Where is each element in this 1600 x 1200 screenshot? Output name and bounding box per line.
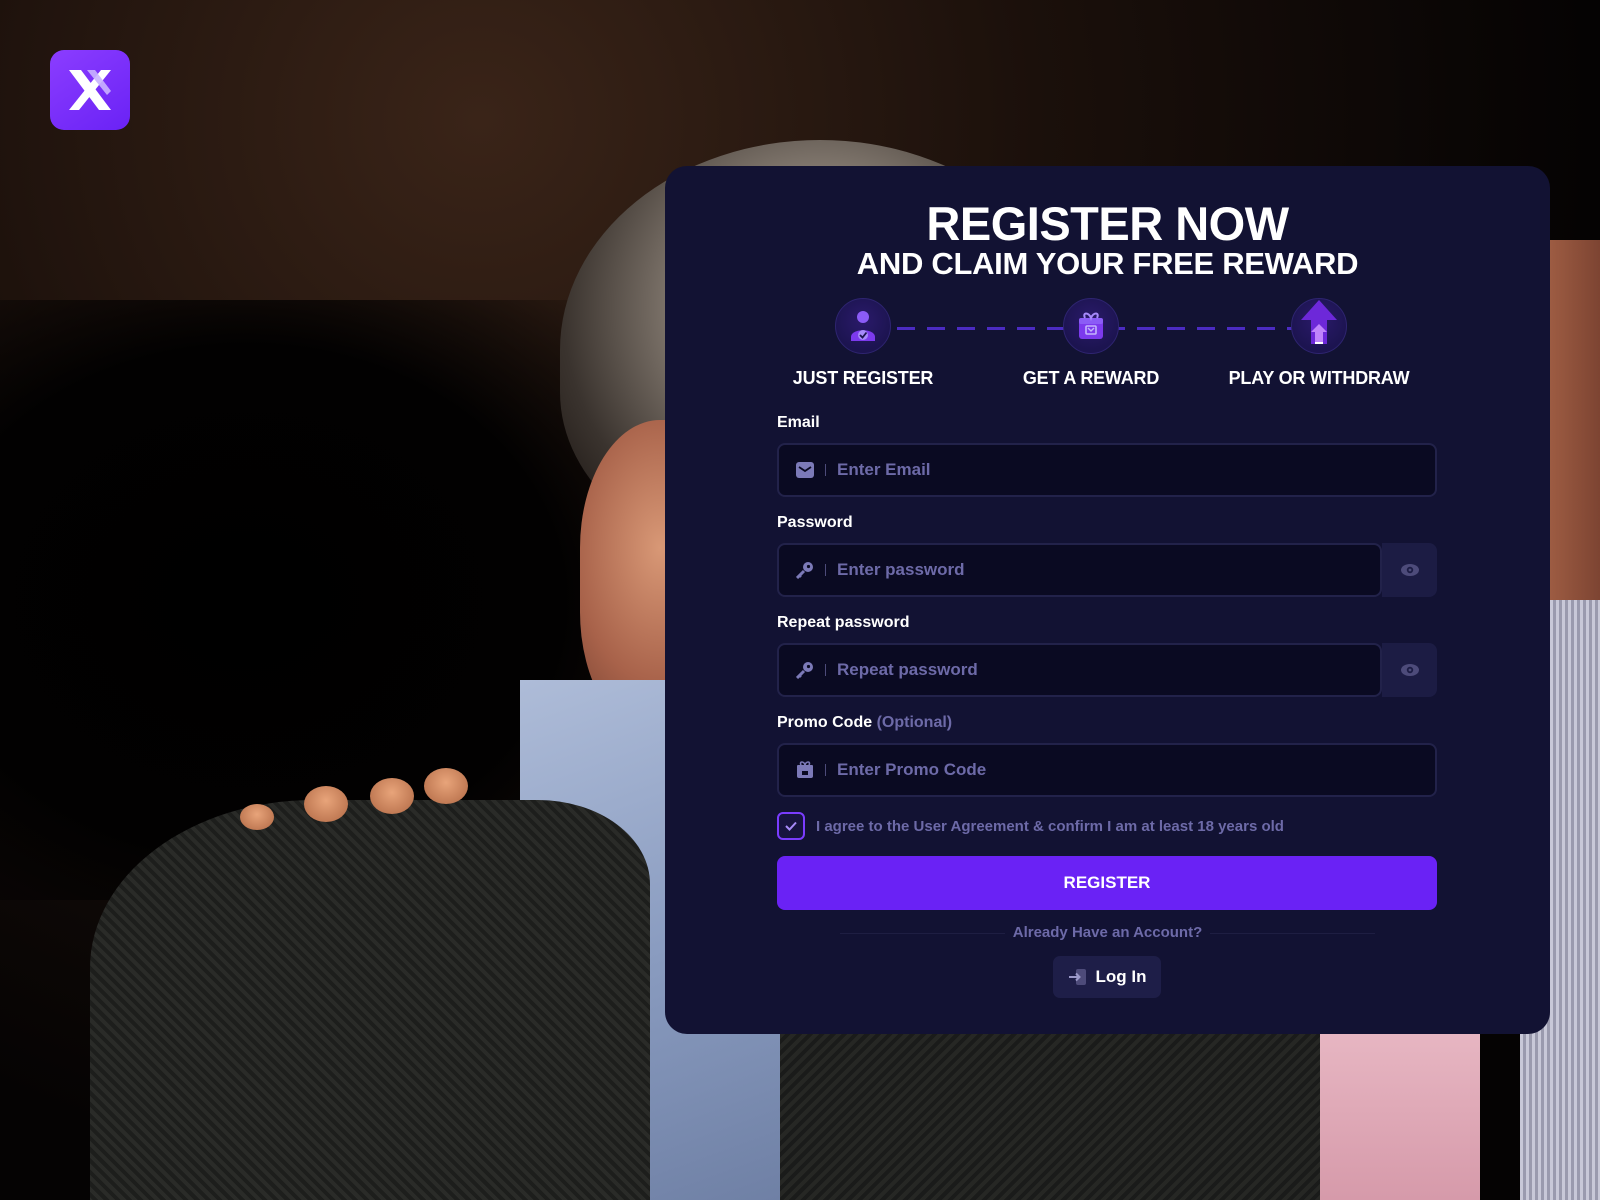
have-account-text: Already Have an Account? [1004,924,1211,941]
arrow-up-icon [1291,298,1347,354]
repeat-password-field[interactable] [837,645,1380,695]
password-label: Password [777,514,853,531]
input-separator [825,664,826,676]
toggle-repeat-password-visibility-button[interactable] [1382,643,1437,697]
password-field-wrapper[interactable] [777,543,1382,597]
promo-code-field[interactable] [837,745,1435,795]
agreement-checkbox[interactable] [777,812,805,840]
user-check-icon [835,298,891,354]
step-label: PLAY OR WITHDRAW [1228,368,1410,388]
steps-progress: JUST REGISTER GET A REWARD PLAY OR WITHD… [777,298,1437,398]
promo-code-label-text: Promo Code [777,714,873,731]
checkmark-icon [785,821,797,831]
page-title: REGISTER NOW [926,197,1289,250]
login-button[interactable]: Log In [1053,956,1161,998]
step-label: JUST REGISTER [792,368,934,388]
register-card: REGISTER NOW AND CLAIM YOUR FREE REWARD … [665,166,1550,1034]
page-subtitle: AND CLAIM YOUR FREE REWARD [856,246,1359,281]
toggle-password-visibility-button[interactable] [1382,543,1437,597]
promo-code-label: Promo Code (Optional) [777,714,952,732]
step-label: GET A REWARD [1022,368,1160,388]
logo[interactable] [50,50,130,130]
agreement-row: I agree to the User Agreement & confirm … [777,812,1284,840]
step-withdraw: PLAY OR WITHDRAW [1219,298,1419,389]
gift-icon [1063,298,1119,354]
password-field[interactable] [837,545,1380,595]
repeat-password-label: Repeat password [777,614,910,631]
step-register: JUST REGISTER [763,298,963,389]
eye-icon [1400,664,1419,676]
input-separator [825,564,826,576]
gift-icon [795,760,815,780]
repeat-password-field-wrapper[interactable] [777,643,1382,697]
eye-icon [1400,564,1419,576]
email-field-wrapper[interactable] [777,443,1437,497]
promo-code-field-wrapper[interactable] [777,743,1437,797]
step-reward: GET A REWARD [991,298,1191,389]
input-separator [825,464,826,476]
key-icon [795,560,815,580]
login-icon [1068,969,1086,985]
agreement-text: I agree to the User Agreement & confirm … [816,817,1284,835]
x-logo-icon [69,70,111,110]
register-button[interactable]: REGISTER [777,856,1437,910]
input-separator [825,764,826,776]
login-button-label: Log In [1095,967,1147,986]
mail-icon [795,460,815,480]
optional-tag: (Optional) [876,714,953,731]
email-field[interactable] [837,445,1435,495]
key-icon [795,660,815,680]
email-label: Email [777,414,820,431]
have-account-divider: Already Have an Account? [665,924,1550,942]
